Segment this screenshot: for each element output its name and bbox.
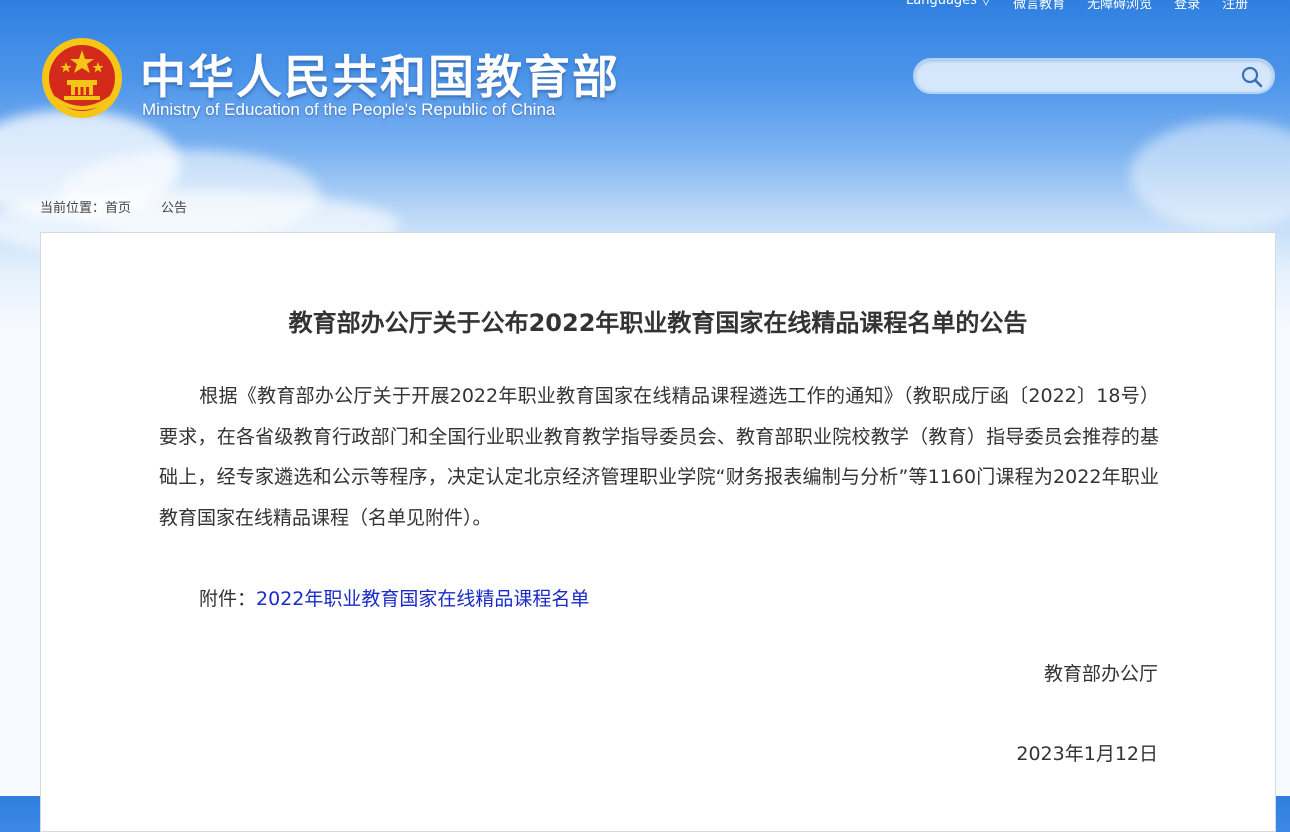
site-title-en: Ministry of Education of the People's Re… xyxy=(142,100,556,119)
search-box xyxy=(913,58,1275,94)
dandelion-decoration xyxy=(1130,120,1290,230)
accessibility-link[interactable]: 无障碍浏览 xyxy=(1087,0,1152,13)
breadcrumb-current-link[interactable]: 公告 xyxy=(161,201,187,216)
article-body: 根据《教育部办公厅关于开展2022年职业教育国家在线精品课程遴选工作的通知》（教… xyxy=(159,376,1159,538)
article-date: 2023年1月12日 xyxy=(1016,743,1158,765)
login-link[interactable]: 登录 xyxy=(1174,0,1200,13)
article-body-text: 根据《教育部办公厅关于开展2022年职业教育国家在线精品课程遴选工作的通知》（教… xyxy=(159,385,1159,529)
breadcrumb-prefix: 当前位置： xyxy=(40,201,106,216)
attachment-link[interactable]: 2022年职业教育国家在线精品课程名单 xyxy=(256,588,589,610)
languages-menu[interactable]: Languages ▽ xyxy=(906,0,991,13)
article-card: 教育部办公厅关于公布2022年职业教育国家在线精品课程名单的公告 根据《教育部办… xyxy=(40,232,1276,832)
article-title: 教育部办公厅关于公布2022年职业教育国家在线精品课程名单的公告 xyxy=(288,309,1028,337)
attachment-line: 附件：2022年职业教育国家在线精品课程名单 xyxy=(159,579,1159,620)
breadcrumb-home-link[interactable]: 首页 xyxy=(105,201,131,216)
article-signature: 教育部办公厅 xyxy=(1043,663,1158,685)
national-emblem-icon xyxy=(40,36,124,120)
search-input[interactable] xyxy=(929,60,1243,94)
breadcrumb: 当前位置：首页 公告 xyxy=(40,197,187,216)
attachment-label: 附件： xyxy=(199,588,257,610)
register-link[interactable]: 注册 xyxy=(1222,0,1248,13)
search-icon[interactable] xyxy=(1239,64,1265,90)
top-nav: Languages ▽ 微言教育 无障碍浏览 登录 注册 xyxy=(906,0,1248,13)
site-title-cn: 中华人民共和国教育部 xyxy=(140,50,620,104)
weixin-link[interactable]: 微言教育 xyxy=(1013,0,1065,13)
